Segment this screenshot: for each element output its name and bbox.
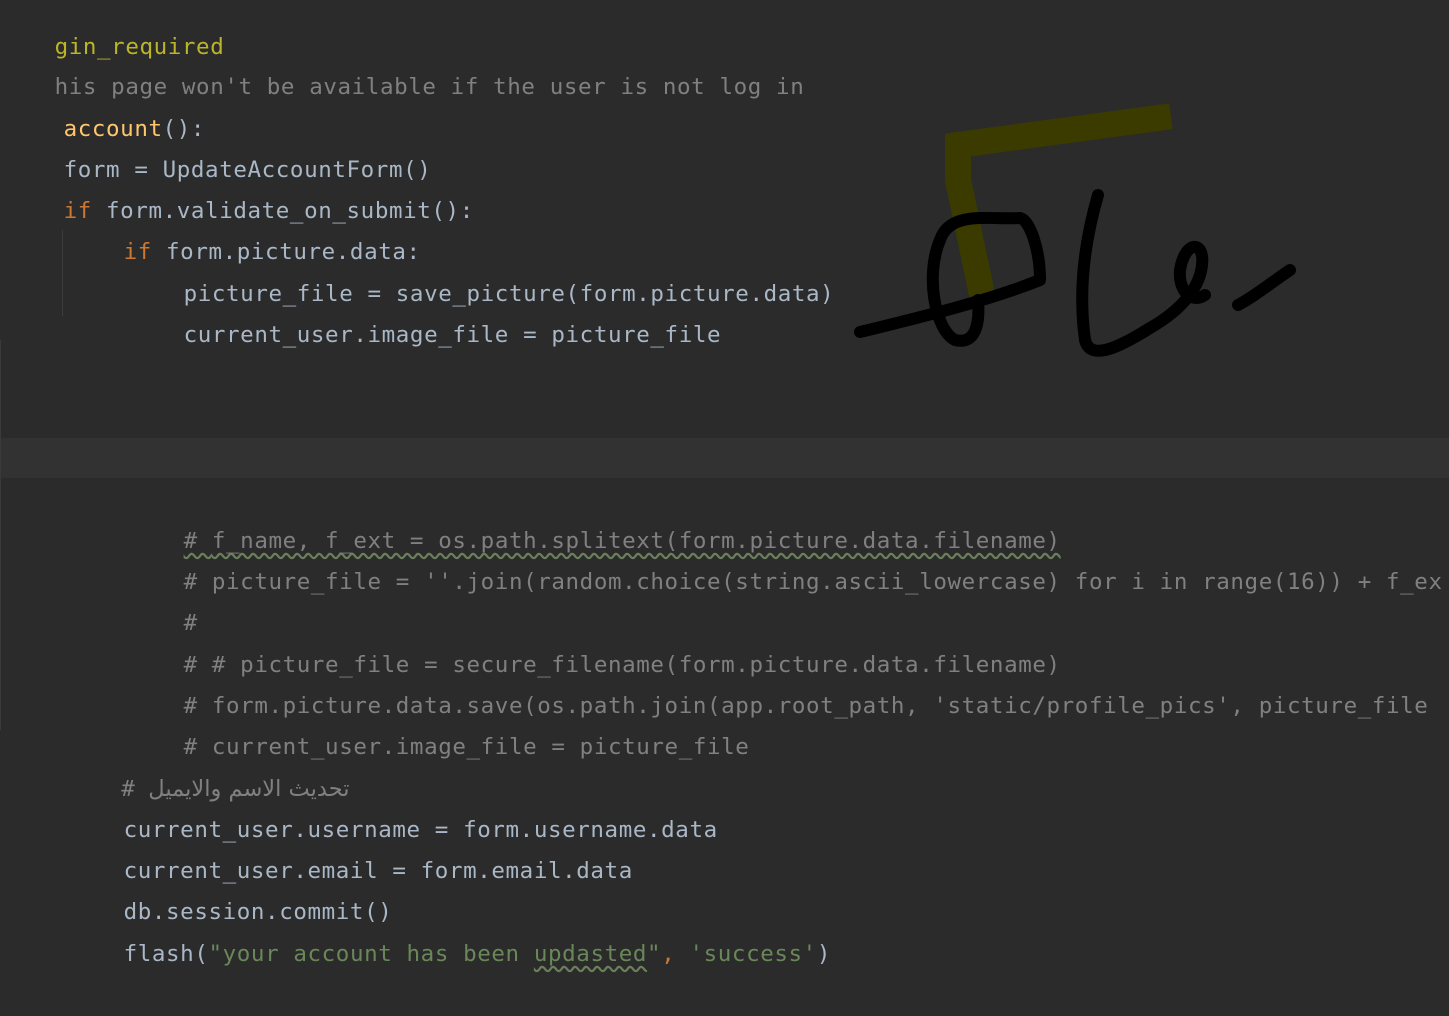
code-line-comment-random[interactable]: # picture_file = ''.join(random.choice(s… <box>127 521 1443 595</box>
code-line-comment-save[interactable]: # form.picture.data.save(os.path.join(ap… <box>127 645 1428 719</box>
code-line-comment-empty[interactable]: # <box>127 562 198 636</box>
flash-string-success: 'success' <box>689 941 817 967</box>
ink-stroke-3 <box>1232 264 1296 311</box>
comment-text: # picture_file = ''.join(random.choice(s… <box>183 569 1443 595</box>
code-line-if-validate[interactable]: if form.validate_on_submit(): <box>7 150 474 224</box>
code-line-set-email[interactable]: current_user.email = form.email.data <box>67 810 633 884</box>
set-image-text: current_user.image_file = picture_file <box>183 322 722 348</box>
indent-guide <box>62 230 63 316</box>
left-margin-guide <box>0 340 1 730</box>
code-line-comment-secure[interactable]: # # picture_file = secure_filename(form.… <box>127 604 1061 678</box>
code-line-def[interactable]: account(): <box>7 68 205 142</box>
flash-string-typo: updasted <box>533 941 648 967</box>
code-line-save-picture[interactable]: picture_file = save_picture(form.picture… <box>127 233 834 307</box>
code-line-form-assign[interactable]: form = UpdateAccountForm() <box>7 109 431 183</box>
code-line-comment-image[interactable]: # current_user.image_file = picture_file <box>127 686 749 760</box>
flash-comma: , <box>661 941 690 967</box>
flash-string-a: "your account has been <box>208 941 534 967</box>
code-line-set-username[interactable]: current_user.username = form.username.da… <box>67 769 718 843</box>
olive-highlight-stroke <box>945 103 1173 301</box>
code-line-comment[interactable]: his page won't be available if the user … <box>0 26 804 100</box>
handwritten-annotation <box>854 103 1296 357</box>
flash-string-b: " <box>647 941 662 967</box>
code-line-comment-arabic[interactable]: # تحديث الاسم والايميل <box>67 728 350 802</box>
code-line-flash[interactable]: flash("your account has been updasted", … <box>67 893 831 967</box>
current-line-highlight <box>0 438 1449 478</box>
code-line-commit[interactable]: db.session.commit() <box>67 851 392 925</box>
code-line-decorator[interactable]: gin_required <box>0 0 224 60</box>
code-line-if-picture[interactable]: if form.picture.data: <box>67 191 421 265</box>
code-line-comment-splitext[interactable]: # f_name, f_ext = os.path.splitext(form.… <box>127 480 1061 554</box>
flash-close: ) <box>816 941 831 967</box>
ink-stroke-2 <box>1076 189 1211 357</box>
code-editor[interactable]: gin_required his page won't be available… <box>0 0 1449 967</box>
flash-fn: flash( <box>123 941 209 967</box>
ink-stroke-1 <box>854 211 1046 347</box>
code-line-set-image[interactable]: current_user.image_file = picture_file <box>127 274 721 348</box>
